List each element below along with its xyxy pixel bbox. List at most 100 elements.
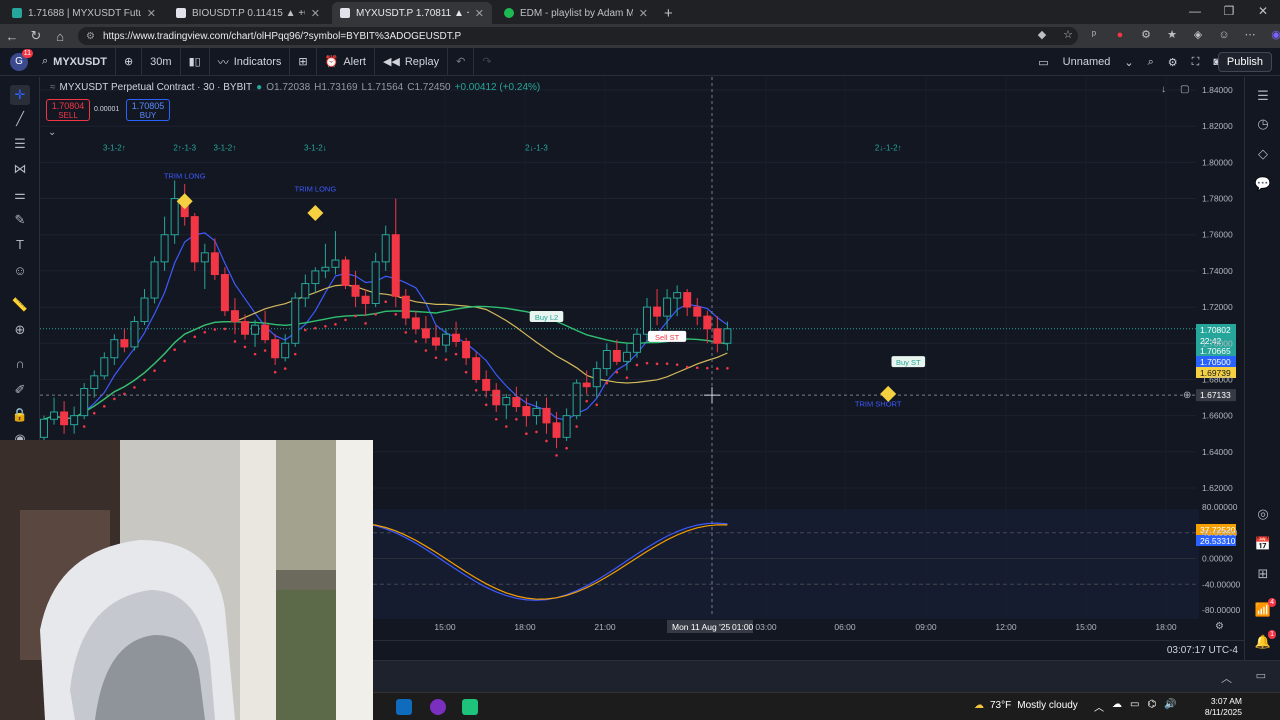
fullscreen-icon[interactable]: ⛶ <box>1192 56 1200 69</box>
collapse-legend-icon[interactable]: ⌄ <box>48 127 56 138</box>
restore-icon[interactable]: ▢ <box>1180 84 1189 95</box>
candle-body <box>391 234 400 297</box>
alert-button[interactable]: ⏰ Alert <box>317 47 375 76</box>
watchlist-icon[interactable]: ☰ <box>1254 87 1272 105</box>
add-alert-plus-icon[interactable]: ⊕ <box>1183 390 1191 401</box>
publish-button[interactable]: Publish <box>1217 52 1272 72</box>
crosshair-tool-icon[interactable]: ✛ <box>10 85 30 105</box>
calendar-icon[interactable]: 📅 <box>1254 535 1272 553</box>
candle-body <box>130 321 139 348</box>
copilot-icon[interactable]: ◉ <box>1268 27 1280 43</box>
interval-button[interactable]: 30m <box>142 47 181 76</box>
zoom-in-tool-icon[interactable]: ⊕ <box>10 320 30 340</box>
browser-tab-1[interactable]: 1.71688 | MYXUSDT Futures Exch... ✕ <box>4 2 164 24</box>
alarm-icon: ⏰ <box>324 56 339 68</box>
brush-tool-icon[interactable]: ✎ <box>10 210 30 230</box>
browser-tab-3[interactable]: MYXUSDT.P 1.70811 ▲ +2.28% U... ✕ <box>332 2 492 24</box>
extension-p-icon[interactable]: ᵖ <box>1086 27 1102 43</box>
chevron-up-icon[interactable]: ︿ <box>1221 670 1232 686</box>
compare-button[interactable]: ⊕ <box>116 47 143 76</box>
back-icon[interactable]: ← <box>0 29 24 44</box>
extensions-icon[interactable]: ⚙ <box>1138 27 1154 43</box>
chevron-down-icon[interactable]: ⌄ <box>1124 56 1133 69</box>
candle-body <box>602 350 611 370</box>
discord-icon[interactable] <box>430 699 446 715</box>
legend-title[interactable]: MYXUSDT Perpetual Contract · 30 · BYBIT <box>60 82 253 93</box>
home-icon[interactable]: ⌂ <box>48 29 72 44</box>
emoji-tool-icon[interactable]: ☺ <box>10 261 30 281</box>
time-tick-label: 18:00 <box>514 622 536 632</box>
new-tab-icon[interactable]: + <box>664 2 673 24</box>
maximize-icon[interactable]: ❐ <box>1212 0 1246 24</box>
mail-icon[interactable] <box>396 699 412 715</box>
trend-line-tool-icon[interactable]: ╱ <box>10 109 30 129</box>
taskbar-clock[interactable]: 3:07 AM 8/11/2025 <box>1202 696 1242 718</box>
pattern-tool-icon[interactable]: ⋈ <box>10 159 30 179</box>
undo-button[interactable]: ↶ <box>448 47 475 76</box>
candle-body <box>281 342 290 359</box>
scroll-down-icon[interactable]: ↓ <box>1161 84 1166 95</box>
tray-chevron-icon[interactable]: ︿ <box>1094 699 1104 714</box>
candle-body <box>301 283 310 299</box>
stay-drawing-icon[interactable]: ✐ <box>10 380 30 400</box>
shield-icon[interactable]: ◈ <box>1190 27 1206 43</box>
url-text: https://www.tradingview.com/chart/olHPqq… <box>102 30 462 42</box>
favorites-icon[interactable]: ★ <box>1164 27 1180 43</box>
app-icon[interactable] <box>462 699 478 715</box>
maximize-panel-icon[interactable]: ▭ <box>1256 669 1266 682</box>
quick-search-icon[interactable]: ⌕ <box>1148 56 1154 69</box>
notifications-bell-icon[interactable]: 🔔 1 <box>1254 630 1276 651</box>
candle-body <box>582 382 591 388</box>
site-info-icon[interactable]: ⚙ <box>86 31 95 42</box>
settings-gear-icon[interactable]: ⚙ <box>1168 56 1178 69</box>
close-window-icon[interactable]: ✕ <box>1246 0 1280 24</box>
symbol-search-button[interactable]: ⌕ MYXUSDT <box>34 47 116 76</box>
close-tab-icon[interactable]: ✕ <box>639 7 648 20</box>
layers-icon[interactable]: ◇ <box>1254 145 1272 163</box>
text-tool-icon[interactable]: T <box>10 235 30 255</box>
sell-button[interactable]: 1.70804 SELL <box>46 99 90 121</box>
extension-red-icon[interactable]: ● <box>1112 27 1128 43</box>
trend-dot <box>82 425 86 428</box>
url-input[interactable]: ⚙ https://www.tradingview.com/chart/olHP… <box>78 27 1078 45</box>
weather-widget[interactable]: ☁ 73°F Mostly cloudy <box>974 700 1078 711</box>
reload-icon[interactable]: ↻ <box>24 28 48 44</box>
avatar[interactable]: G 11 <box>10 48 33 71</box>
browser-tab-4[interactable]: EDM - playlist by Adam Moss | Sp... ✕ <box>496 2 656 24</box>
apps-grid-icon[interactable]: ⊞ <box>1254 565 1272 583</box>
more-menu-icon[interactable]: ⋯ <box>1242 27 1258 43</box>
network-icon[interactable]: ⌬ <box>1147 699 1156 714</box>
candle-body <box>331 259 340 268</box>
candle-body <box>200 252 209 263</box>
templates-button[interactable]: ⊞ <box>290 47 317 76</box>
buy-button[interactable]: 1.70805 BUY <box>126 99 170 121</box>
close-tab-icon[interactable]: ✕ <box>475 7 484 20</box>
axis-settings-icon[interactable]: ⚙ <box>1215 621 1224 632</box>
display-icon[interactable]: ▭ <box>1130 699 1139 714</box>
streams-icon[interactable]: 📶 4 <box>1254 598 1276 619</box>
magnet-tool-icon[interactable]: ∩ <box>10 354 30 374</box>
minimize-icon[interactable]: — <box>1178 0 1212 24</box>
tag-icon[interactable]: ◆ <box>1034 27 1050 43</box>
close-tab-icon[interactable]: ✕ <box>311 7 320 20</box>
fib-tool-icon[interactable]: ☰ <box>10 134 30 154</box>
bookmark-star-icon[interactable]: ☆ <box>1060 27 1076 43</box>
close-tab-icon[interactable]: ✕ <box>147 7 156 20</box>
browser-tab-2[interactable]: BIOUSDT.P 0.11415 ▲ +0.22% Un... ✕ <box>168 2 328 24</box>
profile-icon[interactable]: ☺ <box>1216 27 1232 43</box>
ruler-tool-icon[interactable]: 📏 <box>10 295 30 315</box>
target-icon[interactable]: ◎ <box>1254 505 1272 523</box>
lock-icon[interactable]: 🔒 <box>10 405 30 425</box>
indicators-button[interactable]: 〰 Indicators <box>210 47 291 76</box>
replay-button[interactable]: ◀◀ Replay <box>375 47 449 76</box>
chart-type-button[interactable]: ▮▯ <box>181 47 210 76</box>
layout-icon[interactable]: ▭ <box>1038 56 1048 69</box>
forecast-tool-icon[interactable]: ⚌ <box>10 185 30 205</box>
layout-name[interactable]: Unnamed <box>1063 56 1111 68</box>
utc-clock[interactable]: 03:07:17 UTC-4 <box>1167 645 1238 656</box>
volume-icon[interactable]: 🔊 <box>1164 699 1176 714</box>
chat-icon[interactable]: 💬 <box>1254 175 1272 193</box>
redo-button[interactable]: ↷ <box>474 48 499 76</box>
onedrive-icon[interactable]: ☁ <box>1112 699 1122 714</box>
alerts-clock-icon[interactable]: ◷ <box>1254 115 1272 133</box>
